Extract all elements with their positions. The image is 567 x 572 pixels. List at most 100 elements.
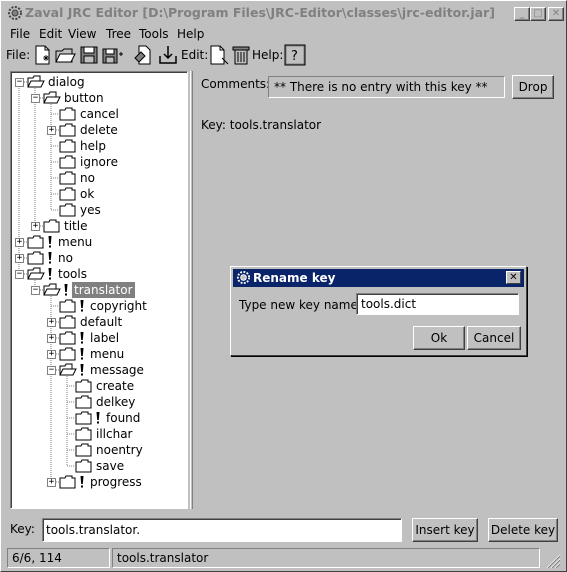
minimize-button[interactable]: _ <box>514 7 530 21</box>
tree-node[interactable]: ok <box>11 186 187 202</box>
tree-node-label: dialog <box>48 75 85 89</box>
tree-node[interactable]: create <box>11 378 187 394</box>
ok-button[interactable]: Ok <box>413 326 465 350</box>
tree-node[interactable]: no <box>11 170 187 186</box>
open-folder-icon <box>59 363 77 376</box>
collapse-icon[interactable]: − <box>47 366 56 375</box>
warning-icon <box>64 284 68 296</box>
tree-node[interactable]: + title <box>11 218 187 234</box>
expand-icon[interactable]: + <box>15 254 24 263</box>
warning-icon <box>80 300 84 312</box>
tree-node[interactable]: delkey <box>11 394 187 410</box>
collapse-icon[interactable]: − <box>31 286 40 295</box>
tree-node[interactable]: save <box>11 458 187 474</box>
new-key-icon[interactable] <box>207 44 229 66</box>
expand-icon[interactable]: + <box>15 238 24 247</box>
menu-help[interactable]: Help <box>177 27 204 41</box>
folder-icon <box>59 155 76 169</box>
menu-tools[interactable]: Tools <box>139 27 169 41</box>
warning-icon <box>48 268 52 280</box>
expand-icon[interactable]: + <box>47 126 56 135</box>
tree-node[interactable]: + menu <box>11 234 187 250</box>
tree-node[interactable]: + menu <box>11 346 187 362</box>
save-as-icon[interactable] <box>101 44 123 66</box>
tree-node[interactable]: + delete <box>11 122 187 138</box>
tree-node[interactable]: noentry <box>11 442 187 458</box>
tree-node[interactable]: − button <box>11 90 187 106</box>
resize-grip-icon[interactable] <box>545 553 561 568</box>
comments-field[interactable]: ** There is no entry with this key ** <box>268 76 505 98</box>
menu-file[interactable]: File <box>10 27 30 41</box>
tree-node[interactable]: ignore <box>11 154 187 170</box>
tree-node[interactable]: found <box>11 410 187 426</box>
warning-icon <box>80 332 84 344</box>
expand-icon[interactable]: + <box>31 222 40 231</box>
delete-icon[interactable] <box>230 44 252 66</box>
delete-key-button[interactable]: Delete key <box>488 518 558 542</box>
tree-node[interactable]: illchar <box>11 426 187 442</box>
open-folder-icon[interactable] <box>54 44 76 66</box>
new-file-icon[interactable] <box>31 44 53 66</box>
key-tree[interactable]: − dialog − button cancel + delete help ignore no o… <box>10 71 188 509</box>
new-key-name-input[interactable]: tools.dict <box>356 293 519 315</box>
expand-icon[interactable]: + <box>47 318 56 327</box>
help-toolbar-label: Help: <box>252 48 284 62</box>
merge-icon[interactable] <box>133 44 155 66</box>
folder-icon <box>75 459 92 473</box>
warning-icon <box>80 364 84 376</box>
tree-node[interactable]: + progress <box>11 474 187 490</box>
collapse-icon[interactable]: − <box>31 94 40 103</box>
menu-view[interactable]: View <box>68 27 96 41</box>
tree-node[interactable]: cancel <box>11 106 187 122</box>
save-icon[interactable] <box>78 44 100 66</box>
tree-node[interactable]: − translator <box>11 282 187 298</box>
tree-node-label: ignore <box>80 155 118 169</box>
tree-node[interactable]: yes <box>11 202 187 218</box>
rename-key-dialog: Rename key ✕ Type new key name tools.dic… <box>230 266 527 356</box>
cancel-button[interactable]: Cancel <box>467 326 521 350</box>
dialog-title-bar[interactable]: Rename key ✕ <box>233 269 524 287</box>
tree-node[interactable]: − dialog <box>11 74 187 90</box>
open-folder-icon <box>43 283 61 296</box>
tree-node[interactable]: + default <box>11 314 187 330</box>
help-icon[interactable]: ? <box>284 44 306 66</box>
folder-icon <box>75 427 92 441</box>
title-bar[interactable]: Zaval JRC Editor [D:\Program Files\JRC-E… <box>3 3 564 23</box>
tree-node-label: translator <box>72 282 135 298</box>
panel-splitter[interactable] <box>190 71 193 509</box>
window-title: Zaval JRC Editor [D:\Program Files\JRC-E… <box>25 5 495 20</box>
tree-node-label: copyright <box>90 299 147 313</box>
expand-icon[interactable]: + <box>47 478 56 487</box>
collapse-icon[interactable]: − <box>15 270 24 279</box>
import-icon[interactable] <box>157 44 179 66</box>
folder-icon <box>59 347 76 361</box>
folder-icon <box>59 187 76 201</box>
tree-node[interactable]: + no <box>11 250 187 266</box>
key-input[interactable]: tools.translator. <box>42 518 402 542</box>
maximize-button[interactable]: □ <box>530 7 546 21</box>
main-window: Zaval JRC Editor [D:\Program Files\JRC-E… <box>0 0 567 572</box>
tree-node[interactable]: help <box>11 138 187 154</box>
insert-key-button[interactable]: Insert key <box>412 518 478 542</box>
menu-edit[interactable]: Edit <box>39 27 62 41</box>
menu-tree[interactable]: Tree <box>106 27 131 41</box>
close-button[interactable]: ✕ <box>548 7 564 21</box>
collapse-icon[interactable]: − <box>15 78 24 87</box>
tree-node[interactable]: copyright <box>11 298 187 314</box>
warning-icon <box>96 412 100 424</box>
gear-app-icon <box>8 6 22 20</box>
dialog-close-button[interactable]: ✕ <box>506 271 521 284</box>
tree-node[interactable]: − message <box>11 362 187 378</box>
drop-button[interactable]: Drop <box>512 75 554 99</box>
svg-text:?: ? <box>291 49 298 64</box>
folder-icon <box>27 251 44 265</box>
folder-icon <box>59 315 76 329</box>
warning-icon <box>80 476 84 488</box>
expand-icon[interactable]: + <box>47 350 56 359</box>
tree-node-label: default <box>80 315 123 329</box>
tree-node[interactable]: − tools <box>11 266 187 282</box>
warning-icon <box>80 348 84 360</box>
tree-node[interactable]: + label <box>11 330 187 346</box>
expand-icon[interactable]: + <box>47 334 56 343</box>
tree-node-label: no <box>58 251 73 265</box>
